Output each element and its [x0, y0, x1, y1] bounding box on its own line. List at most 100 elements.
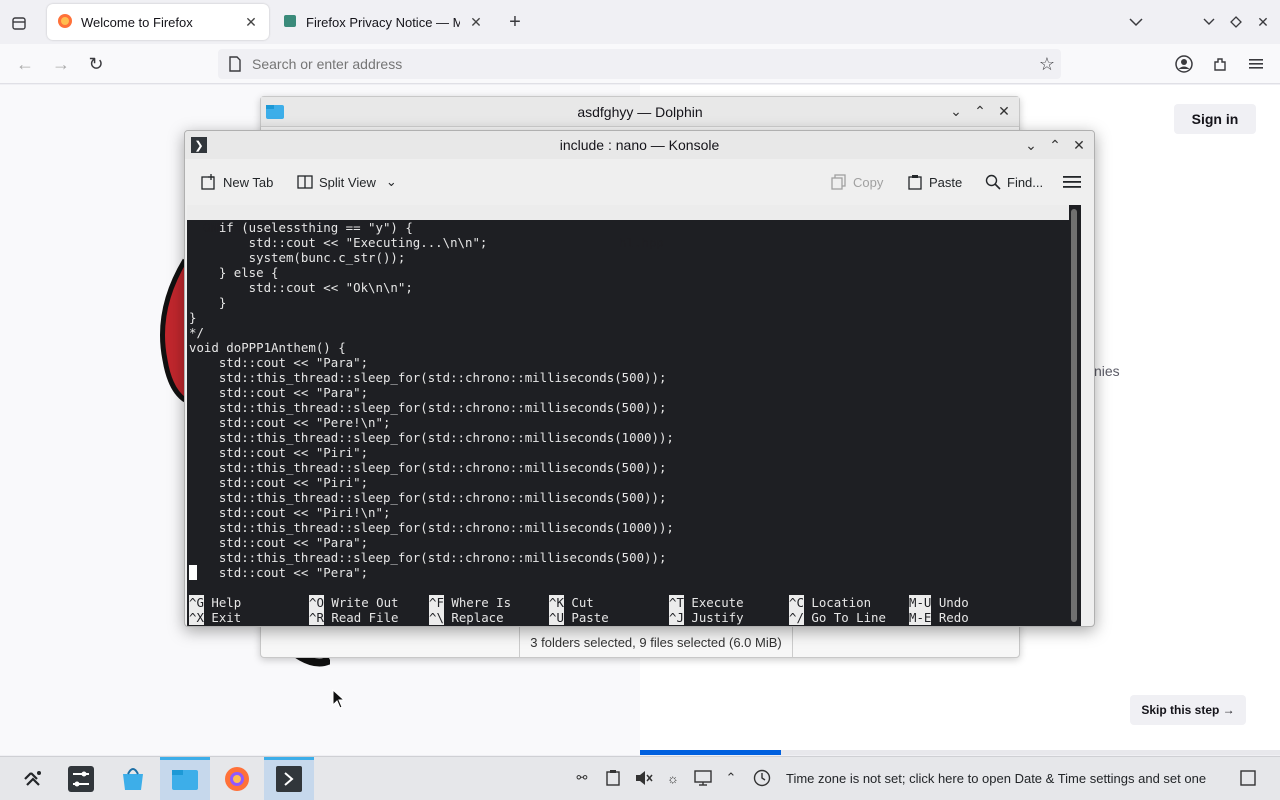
konsole-titlebar[interactable]: ❯ include : nano — Konsole ⌄ ⌃ ✕: [185, 131, 1094, 159]
split-view-icon: [297, 175, 313, 189]
brightness-icon[interactable]: ☼: [662, 767, 684, 789]
nano-shortcut: ^U Paste: [549, 610, 609, 625]
code-line: std::this_thread::sleep_for(std::chrono:…: [189, 370, 667, 385]
dolphin-file-manager-icon[interactable]: [160, 757, 210, 800]
close-tab-icon[interactable]: ✕: [243, 14, 259, 31]
shortcut-key: ^F: [429, 595, 444, 610]
extensions-icon[interactable]: [1209, 53, 1231, 75]
shortcut-label: Justify: [683, 610, 744, 625]
system-settings-icon[interactable]: [56, 757, 106, 800]
welcome-text-fragment: nies: [1094, 363, 1120, 379]
code-line: system(bunc.c_str());: [189, 250, 406, 265]
url-bar[interactable]: ☆: [218, 49, 1061, 79]
shortcut-key: ^J: [669, 610, 684, 625]
bookmark-star-icon[interactable]: ☆: [1039, 54, 1055, 75]
nano-shortcut: ^G Help: [189, 595, 241, 610]
dolphin-status-text: 3 folders selected, 9 files selected (6.…: [519, 627, 793, 657]
firefox-nav-bar: ← → ↻ ☆: [0, 44, 1280, 84]
dolphin-app-icon: [265, 103, 285, 124]
dolphin-titlebar[interactable]: asdfghyy — Dolphin ⌄ ⌃ ✕: [261, 97, 1019, 127]
nano-shortcut: ^X Exit: [189, 610, 241, 625]
terminal-area[interactable]: GNU nano 8.6 hl.hpp if (uselessthing == …: [187, 205, 1081, 626]
hamburger-menu-button[interactable]: [1063, 167, 1081, 197]
clipboard-icon[interactable]: [602, 767, 624, 789]
discover-store-icon[interactable]: [108, 757, 158, 800]
konsole-toolbar: New Tab Split View ⌄ Copy Paste Find...: [185, 159, 1094, 205]
tab-privacy-notice[interactable]: Firefox Privacy Notice — M ✕: [272, 4, 494, 40]
shortcut-label: Read File: [323, 610, 399, 625]
maximize-icon[interactable]: ⌃: [1046, 137, 1064, 154]
volume-muted-icon[interactable]: [633, 767, 655, 789]
konsole-terminal-icon[interactable]: [264, 757, 314, 800]
sign-in-button[interactable]: Sign in: [1174, 104, 1256, 134]
code-line: std::cout << "Pera";: [189, 565, 369, 580]
shortcut-key: ^O: [309, 595, 324, 610]
close-icon[interactable]: ✕: [1070, 137, 1088, 154]
split-view-button[interactable]: Split View ⌄: [297, 167, 397, 197]
show-desktop-icon[interactable]: [1237, 767, 1259, 789]
application-launcher-icon[interactable]: [8, 757, 58, 800]
tab-title: Welcome to Firefox: [81, 14, 193, 30]
konsole-title: include : nano — Konsole: [559, 137, 720, 153]
network-icon[interactable]: ⚯: [571, 767, 593, 789]
hamburger-menu-icon[interactable]: [1245, 53, 1267, 75]
paste-button[interactable]: Paste: [907, 167, 962, 197]
close-icon[interactable]: ✕: [995, 103, 1013, 120]
minimize-icon[interactable]: [1198, 10, 1220, 34]
shortcut-key: ^R: [309, 610, 324, 625]
shortcut-label: Where Is: [443, 595, 512, 610]
firefox-icon: [57, 13, 73, 32]
clock-icon[interactable]: [751, 767, 773, 789]
dolphin-title: asdfghyy — Dolphin: [577, 103, 703, 120]
chevron-down-icon[interactable]: ⌄: [386, 174, 397, 190]
close-window-icon[interactable]: ✕: [1252, 10, 1274, 34]
document-icon: [282, 13, 298, 32]
text-cursor: [189, 565, 197, 580]
minimize-icon[interactable]: ⌄: [1022, 137, 1040, 154]
code-line: std::this_thread::sleep_for(std::chrono:…: [189, 520, 674, 535]
shortcut-label: Paste: [563, 610, 609, 625]
new-tab-icon[interactable]: +: [504, 10, 526, 34]
konsole-window: ❯ include : nano — Konsole ⌄ ⌃ ✕ New Tab…: [184, 130, 1095, 627]
shortcut-key: ^\: [429, 610, 444, 625]
shortcut-label: Redo: [931, 610, 969, 625]
code-line: */: [189, 325, 204, 340]
skip-step-button[interactable]: Skip this step →: [1130, 695, 1246, 725]
shortcut-label: Cut: [563, 595, 594, 610]
firefox-icon[interactable]: [212, 757, 262, 800]
close-tab-icon[interactable]: ✕: [468, 14, 484, 31]
tab-list-icon[interactable]: [8, 12, 30, 34]
maximize-icon[interactable]: [1225, 10, 1247, 34]
timezone-notice[interactable]: Time zone is not set; click here to open…: [786, 771, 1206, 786]
tab-welcome-firefox[interactable]: Welcome to Firefox ✕: [47, 4, 269, 40]
find-button[interactable]: Find...: [985, 167, 1043, 197]
shortcut-label: Write Out: [323, 595, 399, 610]
nano-shortcut: ^C Location: [789, 595, 871, 610]
mouse-pointer-icon: [332, 689, 346, 709]
new-tab-button[interactable]: New Tab: [201, 167, 273, 197]
code-line: std::cout << "Para";: [189, 385, 369, 400]
code-line: std::this_thread::sleep_for(std::chrono:…: [189, 550, 667, 565]
copy-button[interactable]: Copy: [831, 167, 883, 197]
nano-header-bar: GNU nano 8.6 hl.hpp: [187, 205, 1069, 250]
maximize-icon[interactable]: ⌃: [971, 103, 989, 120]
list-all-tabs-icon[interactable]: [1125, 10, 1147, 34]
back-icon[interactable]: ←: [14, 53, 36, 75]
copy-icon: [831, 174, 846, 190]
reload-icon[interactable]: ↻: [85, 53, 107, 75]
account-icon[interactable]: [1173, 53, 1195, 75]
expand-tray-icon[interactable]: ⌃: [720, 767, 742, 789]
code-line: std::cout << "Pere!\n";: [189, 415, 391, 430]
code-line: std::cout << "Piri";: [189, 475, 369, 490]
shortcut-label: Replace: [443, 610, 504, 625]
code-line: if (uselessthing == "y") {: [189, 220, 413, 235]
address-input[interactable]: [252, 56, 1012, 72]
shortcut-label: Exit: [203, 610, 242, 625]
terminal-scrollbar[interactable]: [1071, 209, 1077, 622]
paste-icon: [908, 175, 922, 190]
display-icon[interactable]: [692, 767, 714, 789]
forward-icon[interactable]: →: [50, 53, 72, 75]
nano-shortcut: ^K Cut: [549, 595, 594, 610]
minimize-icon[interactable]: ⌄: [947, 103, 965, 120]
code-line: std::cout << "Piri!\n";: [189, 505, 391, 520]
